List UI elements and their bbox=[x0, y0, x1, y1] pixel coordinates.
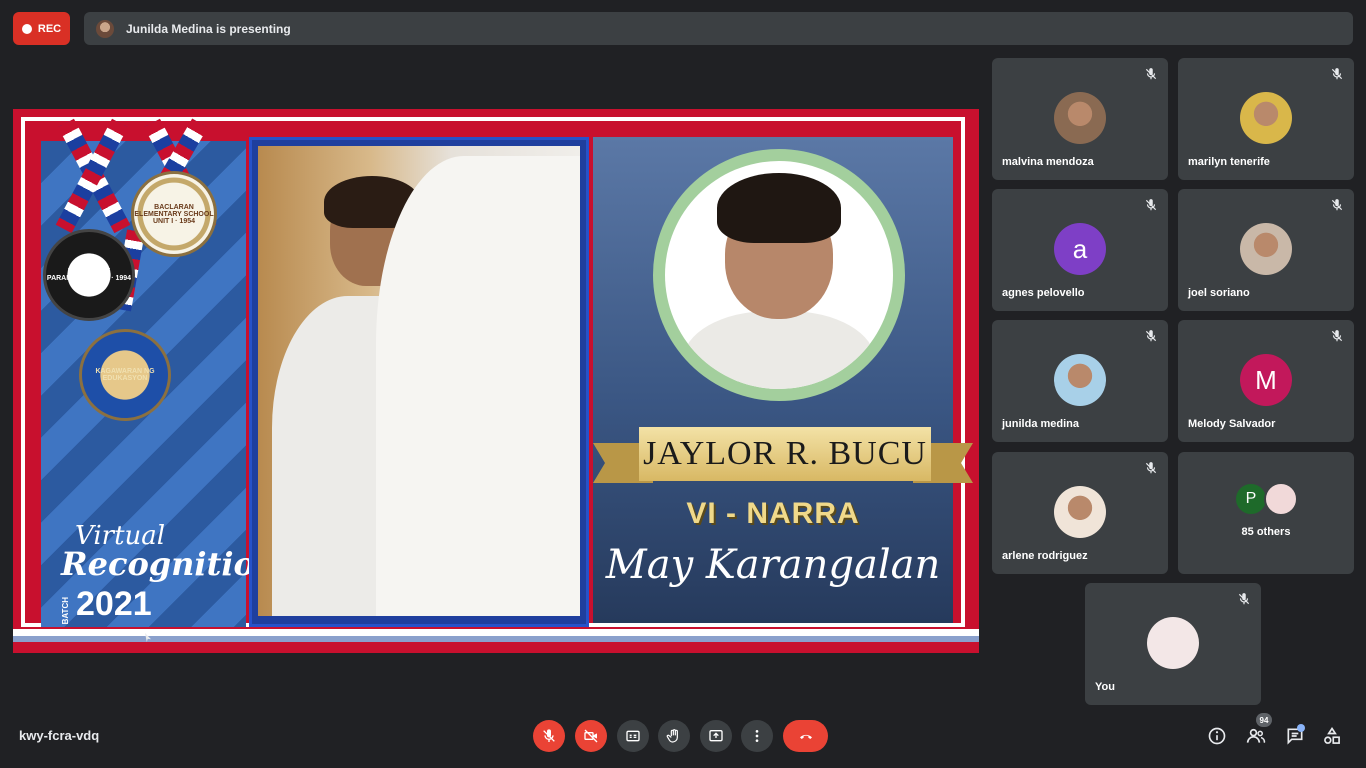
presenting-text: Junilda Medina is presenting bbox=[126, 21, 291, 36]
participant-name: arlene rodriguez bbox=[1002, 550, 1088, 562]
participant-tile[interactable]: marilyn tenerife bbox=[1178, 58, 1354, 180]
slide-bottom-border bbox=[13, 629, 979, 653]
participant-tile[interactable]: a agnes pelovello bbox=[992, 189, 1168, 311]
meeting-details-button[interactable] bbox=[1205, 724, 1229, 748]
camera-off-icon bbox=[584, 729, 598, 743]
school-seal-medal: BACLARAN ELEMENTARY SCHOOL UNIT I · 1954 bbox=[131, 171, 217, 257]
others-tile[interactable]: P 85 others bbox=[1178, 452, 1354, 574]
self-tile[interactable]: You bbox=[1085, 583, 1261, 705]
medal-text: BACLARAN ELEMENTARY SCHOOL UNIT I · 1954 bbox=[134, 203, 214, 225]
participant-name: malvina mendoza bbox=[1002, 156, 1094, 168]
participant-avatar bbox=[1240, 92, 1292, 144]
present-icon bbox=[709, 730, 723, 742]
participant-name: junilda medina bbox=[1002, 418, 1080, 430]
participant-avatar bbox=[1054, 92, 1106, 144]
mic-off-icon bbox=[543, 729, 555, 742]
more-options-button[interactable] bbox=[741, 720, 773, 752]
participant-tile[interactable]: joel soriano bbox=[1178, 189, 1354, 311]
present-now-button[interactable] bbox=[700, 720, 732, 752]
hand-icon bbox=[666, 729, 678, 743]
leave-call-button[interactable] bbox=[783, 720, 828, 752]
self-name: You bbox=[1095, 681, 1115, 693]
meeting-code: kwy-fcra-vdq bbox=[19, 728, 100, 743]
batch-label: BATCH bbox=[61, 596, 70, 624]
slide-right-panel: JAYLOR R. BUCU VI - NARRA May Karangalan bbox=[593, 137, 973, 623]
event-title: Virtual Recognition BATCH 2021 bbox=[61, 521, 279, 624]
people-icon bbox=[1246, 728, 1266, 743]
others-initial: P bbox=[1245, 490, 1257, 507]
mic-off-icon bbox=[1331, 199, 1343, 211]
participant-avatar: M bbox=[1240, 354, 1292, 406]
photo-hair bbox=[717, 173, 841, 243]
mic-toggle-button[interactable] bbox=[533, 720, 565, 752]
deped-seal-medal: KAGAWARAN NG EDUKASYON bbox=[79, 329, 171, 421]
captions-icon bbox=[626, 730, 640, 742]
others-avatar-photo bbox=[1264, 482, 1298, 516]
more-vert-icon bbox=[755, 730, 759, 742]
slide-video-panel bbox=[249, 137, 589, 627]
division-seal-medal: DIVISION OF PARAÑAQUE CITY · 1994 bbox=[43, 229, 135, 321]
others-avatar-initial: P bbox=[1234, 482, 1268, 516]
event-year-row: BATCH 2021 bbox=[61, 585, 251, 624]
captions-button[interactable] bbox=[617, 720, 649, 752]
name-ribbon: JAYLOR R. BUCU bbox=[593, 427, 973, 491]
event-year: 2021 bbox=[76, 585, 152, 623]
record-dot-icon bbox=[21, 23, 32, 34]
medal-text: DIVISION OF PARAÑAQUE CITY · 1994 bbox=[46, 268, 132, 282]
camera-toggle-button[interactable] bbox=[575, 720, 607, 752]
participant-tile[interactable]: junilda medina bbox=[992, 320, 1168, 442]
event-line2: Recognition bbox=[61, 545, 279, 583]
others-count: 85 others bbox=[1241, 526, 1291, 538]
participant-name: joel soriano bbox=[1188, 287, 1250, 299]
participant-name: agnes pelovello bbox=[1002, 287, 1085, 299]
recording-indicator[interactable]: REC bbox=[13, 12, 70, 45]
slide-frame: DIVISION OF PARAÑAQUE CITY · 1994 BACLAR… bbox=[21, 117, 973, 627]
participant-avatar bbox=[1240, 223, 1292, 275]
chat-notification-dot bbox=[1297, 724, 1305, 732]
info-icon bbox=[1208, 727, 1226, 745]
people-count-badge: 94 bbox=[1256, 713, 1272, 727]
participant-name: Melody Salvador bbox=[1188, 418, 1276, 430]
student-section: VI - NARRA bbox=[686, 497, 860, 530]
mic-off-icon bbox=[1238, 593, 1250, 605]
participant-avatar: a bbox=[1054, 223, 1106, 275]
raise-hand-button[interactable] bbox=[658, 720, 690, 752]
presenter-arm bbox=[376, 156, 580, 616]
slide-left-panel: DIVISION OF PARAÑAQUE CITY · 1994 BACLAR… bbox=[41, 118, 278, 627]
activities-icon bbox=[1324, 726, 1340, 744]
medal-text: KAGAWARAN NG EDUKASYON bbox=[95, 368, 155, 382]
mic-off-icon bbox=[1145, 199, 1157, 211]
participant-avatar bbox=[1054, 486, 1106, 538]
avatar-initial: a bbox=[1072, 233, 1088, 264]
participant-tile[interactable]: malvina mendoza bbox=[992, 58, 1168, 180]
photo-shirt bbox=[683, 311, 875, 389]
student-photo-frame bbox=[653, 149, 905, 401]
student-name: JAYLOR R. BUCU bbox=[639, 427, 931, 481]
presenter-avatar bbox=[96, 19, 114, 38]
self-avatar bbox=[1147, 617, 1199, 669]
rec-label: REC bbox=[37, 22, 62, 35]
honor-title: May Karangalan bbox=[605, 542, 941, 588]
participant-tile[interactable]: M Melody Salvador bbox=[1178, 320, 1354, 442]
presenting-banner: Junilda Medina is presenting bbox=[84, 12, 1353, 45]
participant-tile[interactable]: arlene rodriguez bbox=[992, 452, 1168, 574]
participant-name: marilyn tenerife bbox=[1188, 156, 1270, 168]
mic-off-icon bbox=[1145, 330, 1157, 342]
avatar-initial: M bbox=[1255, 364, 1277, 395]
hang-up-icon bbox=[799, 734, 812, 739]
mic-off-icon bbox=[1331, 68, 1343, 80]
presentation-stage[interactable]: DIVISION OF PARAÑAQUE CITY · 1994 BACLAR… bbox=[13, 109, 979, 653]
meet-window: REC Junilda Medina is presenting DIVISIO… bbox=[0, 0, 1366, 768]
activities-button[interactable] bbox=[1320, 724, 1344, 748]
people-button[interactable] bbox=[1244, 724, 1268, 748]
student-photo bbox=[665, 161, 893, 389]
student-video-still bbox=[258, 146, 580, 616]
mic-off-icon bbox=[1331, 330, 1343, 342]
participant-avatar bbox=[1054, 354, 1106, 406]
mic-off-icon bbox=[1145, 462, 1157, 474]
mic-off-icon bbox=[1145, 68, 1157, 80]
